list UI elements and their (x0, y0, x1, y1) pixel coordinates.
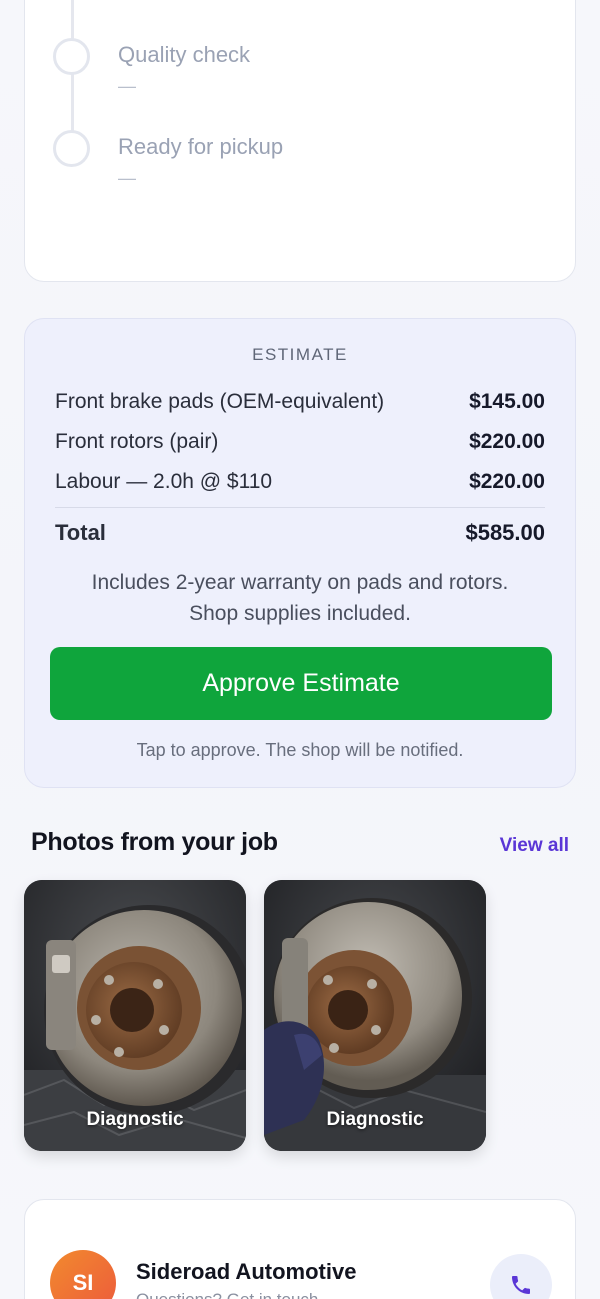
timeline-card: Quality check — Ready for pickup — (24, 0, 576, 282)
estimate-note: Includes 2-year warranty on pads and rot… (45, 567, 555, 629)
line-item-label: Labour — 2.0h @ $110 (55, 470, 273, 493)
timeline-step-circle (53, 38, 90, 75)
timeline-step-detail: — (118, 76, 136, 96)
timeline-step-circle (53, 130, 90, 167)
line-item-label: Front brake pads (OEM-equivalent) (55, 390, 385, 413)
timeline-step-ready-for-pickup: Ready for pickup — (53, 130, 553, 190)
estimate-line-item: Labour — 2.0h @ $110 $220.00 (55, 467, 545, 497)
shop-subtitle: Questions? Get in touch (136, 1290, 318, 1299)
photos-section-title: Photos from your job (31, 828, 278, 856)
photo-caption: Diagnostic (86, 1109, 184, 1130)
approve-estimate-button[interactable]: Approve Estimate (50, 647, 552, 720)
estimate-line-item: Front rotors (pair) $220.00 (55, 427, 545, 457)
shop-name: Sideroad Automotive (136, 1259, 357, 1284)
line-item-amount: $145.00 (469, 390, 545, 413)
shop-avatar: SI (50, 1250, 116, 1299)
line-item-amount: $220.00 (469, 430, 545, 453)
estimate-divider (55, 507, 545, 508)
phone-icon (512, 1276, 530, 1294)
line-item-label: Front rotors (pair) (55, 430, 219, 453)
estimate-total-row: Total $585.00 (55, 518, 545, 548)
estimate-line-item: Front brake pads (OEM-equivalent) $145.0… (55, 387, 545, 417)
photo-tile[interactable]: Diagnostic (24, 880, 246, 1151)
total-label: Total (55, 520, 106, 545)
photo-caption: Diagnostic (326, 1109, 424, 1130)
timeline-step-title: Ready for pickup (118, 134, 284, 159)
line-item-amount: $220.00 (469, 470, 545, 493)
view-all-photos-link[interactable]: View all (500, 835, 569, 857)
estimate-note-line: Includes 2-year warranty on pads and rot… (91, 571, 509, 594)
photo-tile[interactable]: Diagnostic (264, 880, 486, 1151)
total-amount: $585.00 (465, 520, 545, 545)
call-shop-button[interactable] (490, 1254, 552, 1299)
estimate-card: ESTIMATE Front brake pads (OEM-equivalen… (24, 318, 576, 788)
estimate-heading: ESTIMATE (252, 345, 348, 364)
timeline-step-quality-check: Quality check — (53, 38, 553, 98)
estimate-note-line: Shop supplies included. (189, 602, 411, 625)
approve-hint: Tap to approve. The shop will be notifie… (136, 740, 464, 760)
timeline-step-detail: — (118, 168, 136, 188)
timeline-step-title: Quality check (118, 42, 251, 67)
shop-contact-card: SI Sideroad Automotive Questions? Get in… (24, 1199, 576, 1299)
